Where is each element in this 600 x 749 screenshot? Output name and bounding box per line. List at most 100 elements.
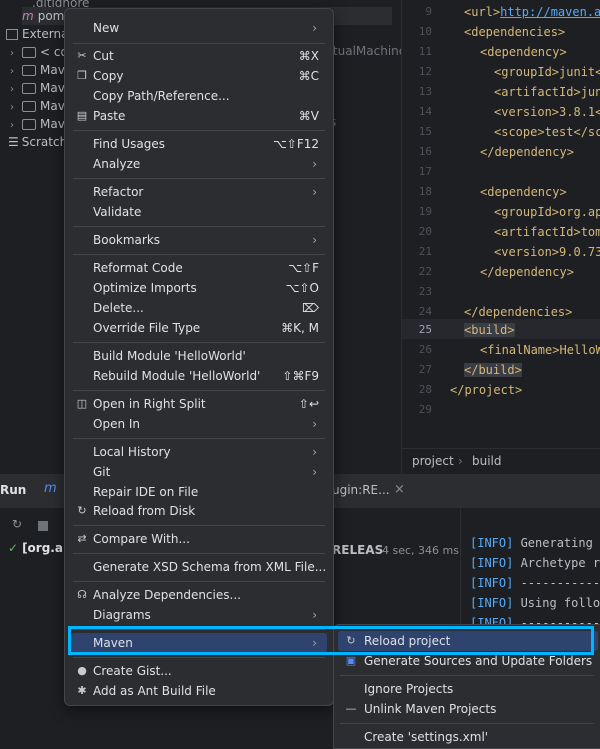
- menu-item-open-in[interactable]: Open In ›: [71, 414, 327, 434]
- folder-icon: [22, 101, 36, 112]
- menu-item-reformat-code[interactable]: Reformat Code ⌥⇧F: [71, 258, 327, 278]
- scratch-icon: ☰: [8, 135, 19, 149]
- menu-item-paste[interactable]: ▤ Paste ⌘V: [71, 106, 327, 126]
- menu-item-copy-path[interactable]: Copy Path/Reference...: [71, 86, 327, 106]
- breadcrumb-separator: ›: [458, 454, 463, 468]
- maven-icon: m: [22, 9, 34, 23]
- stop-icon[interactable]: [38, 521, 48, 531]
- menu-item-build-module[interactable]: Build Module 'HelloWorld': [71, 346, 327, 366]
- line-number: 26: [418, 343, 432, 356]
- context-menu: New › ✂ Cut ⌘X ❐ Copy ⌘C Copy Path/Reference.…: [64, 8, 334, 706]
- menu-item-analyze-dependencies[interactable]: ☊ Analyze Dependencies...: [71, 585, 327, 605]
- tree-item-lib[interactable]: › Mav: [10, 115, 65, 133]
- menu-item-analyze[interactable]: Analyze ›: [71, 154, 327, 174]
- menu-separator: [73, 178, 325, 179]
- scissors-icon: ✂: [77, 49, 87, 62]
- line-number: 19: [418, 205, 432, 218]
- menu-separator: [73, 342, 325, 343]
- run-tree-item[interactable]: ✓ [org.ap: [8, 541, 72, 555]
- menu-separator: [340, 723, 594, 724]
- run-toolbar: ↻: [0, 517, 62, 537]
- folder-icon: [22, 65, 36, 76]
- rerun-icon[interactable]: ↻: [12, 517, 22, 531]
- menu-item-open-right-split[interactable]: ◫ Open in Right Split ⇧↩: [71, 394, 327, 414]
- line-number: 25: [418, 323, 432, 336]
- submenu-item-unlink[interactable]: — Unlink Maven Projects: [338, 699, 598, 719]
- menu-item-repair-ide[interactable]: Repair IDE on File: [71, 482, 327, 502]
- menu-item-override-file-type[interactable]: Override File Type ⌘K, M: [71, 318, 327, 338]
- tree-item-lib[interactable]: › < co: [10, 43, 68, 61]
- code-line: <artifactId>jun: [494, 85, 600, 99]
- line-number: 22: [418, 265, 432, 278]
- close-tab-icon[interactable]: ×: [394, 482, 405, 497]
- menu-item-add-ant-build[interactable]: ✱ Add as Ant Build File: [71, 681, 327, 701]
- menu-item-cut[interactable]: ✂ Cut ⌘X: [71, 46, 327, 66]
- chevron-right-icon: ›: [312, 417, 317, 431]
- library-icon: [6, 29, 18, 40]
- line-number: 12: [418, 65, 432, 78]
- line-number: 15: [418, 125, 432, 138]
- compare-icon: ⇄: [77, 532, 87, 545]
- menu-item-generate-xsd[interactable]: Generate XSD Schema from XML File...: [71, 557, 327, 577]
- menu-separator: [73, 130, 325, 131]
- reload-icon: ↻: [346, 634, 356, 647]
- console-line: [INFO] -----------: [470, 576, 600, 590]
- code-line: <dependency>: [480, 45, 567, 59]
- menu-item-bookmarks[interactable]: Bookmarks ›: [71, 230, 327, 250]
- tree-item-lib[interactable]: › Mav: [10, 97, 65, 115]
- menu-item-create-gist[interactable]: ● Create Gist...: [71, 661, 327, 681]
- code-editor[interactable]: 9 10 11 12 13 14 15 16 17 18 19 20 21 22…: [402, 0, 600, 448]
- menu-separator: [340, 675, 594, 676]
- tree-item-lib[interactable]: › Mav: [10, 61, 65, 79]
- code-line: <finalName>HelloW: [480, 343, 600, 357]
- behind-text: rtualMachine: [328, 44, 407, 58]
- generate-folders-icon: ▣: [345, 654, 357, 667]
- submenu-item-ignore-projects[interactable]: Ignore Projects: [338, 679, 598, 699]
- menu-item-compare-with[interactable]: ⇄ Compare With...: [71, 529, 327, 549]
- submenu-item-reload-project[interactable]: ↻ Reload project: [338, 631, 598, 651]
- menu-item-local-history[interactable]: Local History ›: [71, 442, 327, 462]
- line-number: 13: [418, 85, 432, 98]
- menu-item-maven[interactable]: Maven ›: [71, 633, 327, 653]
- code-line: <url>http://maven.a: [464, 5, 600, 19]
- submenu-item-create-settings[interactable]: Create 'settings.xml': [338, 727, 598, 747]
- run-config-tab[interactable]: ugin:RE...: [332, 483, 390, 497]
- menu-item-reload-from-disk[interactable]: ↻ Reload from Disk: [71, 501, 327, 521]
- menu-item-optimize-imports[interactable]: Optimize Imports ⌥⇧O: [71, 278, 327, 298]
- line-number: 29: [418, 403, 432, 416]
- menu-item-new[interactable]: New ›: [71, 18, 327, 38]
- github-icon: ●: [77, 664, 87, 677]
- menu-item-refactor[interactable]: Refactor ›: [71, 182, 327, 202]
- maven-submenu: ↻ Reload project ▣ Generate Sources and Up…: [333, 624, 600, 749]
- code-line: </project>: [450, 383, 523, 397]
- code-line: <groupId>junit<: [494, 65, 600, 79]
- menu-separator: [73, 629, 325, 630]
- menu-item-validate[interactable]: Validate: [71, 202, 327, 222]
- chevron-right-icon: ›: [312, 608, 317, 622]
- menu-item-diagrams[interactable]: Diagrams ›: [71, 605, 327, 625]
- line-number: 20: [418, 225, 432, 238]
- tree-item-lib[interactable]: › Mav: [10, 79, 65, 97]
- copy-icon: ❐: [77, 69, 87, 82]
- tree-item-external-libraries[interactable]: Externa: [6, 25, 68, 43]
- menu-item-delete[interactable]: Delete... ⌦: [71, 298, 327, 318]
- code-line: </dependencies>: [464, 305, 573, 319]
- breadcrumb-build[interactable]: build: [472, 454, 502, 468]
- code-line: <dependency>: [480, 185, 567, 199]
- menu-separator: [73, 390, 325, 391]
- menu-item-rebuild-module[interactable]: Rebuild Module 'HelloWorld' ⇧⌘F9: [71, 366, 327, 386]
- maven-run-tab-icon[interactable]: m: [44, 481, 57, 496]
- menu-item-copy[interactable]: ❐ Copy ⌘C: [71, 66, 327, 86]
- clipboard-icon: ▤: [76, 109, 88, 122]
- tree-item-scratches[interactable]: ☰ Scratch: [8, 133, 67, 151]
- split-view-icon: ◫: [76, 397, 88, 410]
- submenu-item-generate-sources[interactable]: ▣ Generate Sources and Update Folders: [338, 651, 598, 671]
- run-tab-title[interactable]: Run: [0, 483, 26, 497]
- code-line: </dependency>: [480, 145, 574, 159]
- line-number: 21: [418, 245, 432, 258]
- menu-item-git[interactable]: Git ›: [71, 462, 327, 482]
- code-line: <groupId>org.ap: [494, 205, 600, 219]
- breadcrumb-project[interactable]: project: [412, 454, 454, 468]
- menu-item-find-usages[interactable]: Find Usages ⌥⇧F12: [71, 134, 327, 154]
- console-line: [INFO] Generating: [470, 536, 593, 550]
